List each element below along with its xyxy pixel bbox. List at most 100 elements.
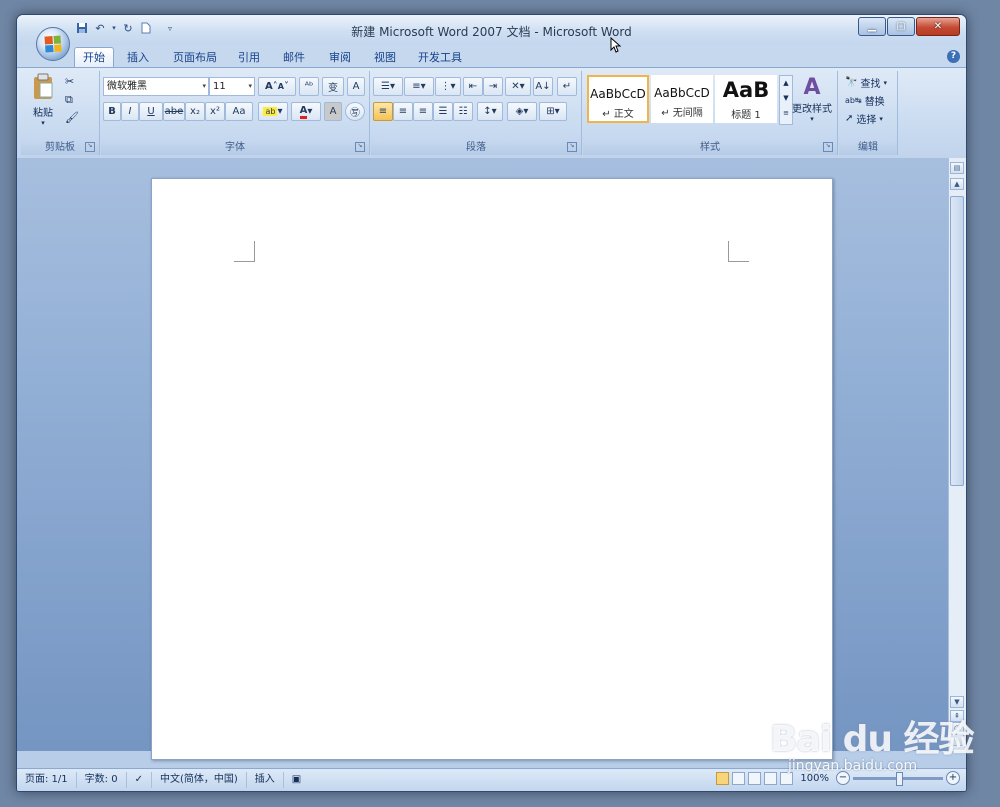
- style-no-spacing[interactable]: AaBbCcD ↵ 无间隔: [651, 75, 713, 123]
- proofing-icon[interactable]: ✓: [127, 772, 152, 788]
- line-spacing-icon[interactable]: ↕▾: [477, 102, 503, 121]
- language-indicator[interactable]: 中文(简体，中国): [152, 772, 247, 788]
- select-button[interactable]: ➚ 选择 ▾: [845, 111, 883, 126]
- enclose-char-icon[interactable]: ㊢: [345, 102, 365, 121]
- scroll-thumb[interactable]: [950, 196, 964, 486]
- font-color-button[interactable]: A ▾: [291, 102, 321, 121]
- browse-object-icon[interactable]: ○: [950, 722, 964, 734]
- increase-indent-icon[interactable]: ⇥: [483, 77, 503, 96]
- paste-label: 粘贴: [33, 108, 53, 119]
- align-left-button[interactable]: ≡: [373, 102, 393, 121]
- highlight-color-button[interactable]: ab ▾: [258, 102, 288, 121]
- full-screen-reading-view-icon[interactable]: [732, 771, 746, 785]
- close-button[interactable]: ✕: [916, 17, 960, 36]
- ruler-toggle-icon[interactable]: ▤: [950, 162, 964, 174]
- tab-references[interactable]: 引用: [233, 48, 265, 67]
- draft-view-icon[interactable]: [780, 771, 794, 785]
- font-size-combo[interactable]: 11 ▾: [209, 77, 255, 96]
- cut-icon[interactable]: ✂: [65, 75, 74, 88]
- status-bar: 页面: 1/1 字数: 0 ✓ 中文(简体，中国) 插入 ▣ 100% − +: [17, 768, 966, 791]
- macro-record-icon[interactable]: ▣: [284, 772, 309, 788]
- superscript-button[interactable]: x²: [205, 102, 225, 121]
- crop-mark-left: [234, 241, 255, 262]
- distributed-button[interactable]: ☷: [453, 102, 473, 121]
- zoom-slider[interactable]: [853, 771, 943, 786]
- style-normal[interactable]: AaBbCcD ↵ 正文: [587, 75, 649, 123]
- sort-icon[interactable]: A↓: [533, 77, 553, 96]
- help-icon[interactable]: ?: [947, 50, 960, 63]
- zoom-slider-knob[interactable]: [896, 771, 903, 786]
- style-name: ↵ 正文: [602, 109, 634, 120]
- zoom-out-icon[interactable]: −: [836, 771, 850, 785]
- justify-button[interactable]: ☰: [433, 102, 453, 121]
- replace-button[interactable]: ab↹ 替换: [845, 93, 885, 108]
- char-shading-button[interactable]: A: [324, 102, 342, 121]
- style-heading-1[interactable]: AaB 标题 1: [715, 75, 777, 123]
- phonetic-guide-icon[interactable]: 变: [322, 77, 344, 96]
- copy-icon[interactable]: ⧉: [65, 93, 73, 107]
- tab-page-layout[interactable]: 页面布局: [167, 48, 223, 67]
- word-window: ↶ ▾ ↻ ▿ 新建 Microsoft Word 2007 文档 - Micr…: [16, 14, 967, 792]
- ribbon: 粘贴 ▾ ✂ ⧉ 🖌 剪贴板 ↘ 微软雅黑 ▾ 11 ▾ A ˄ A ˅ ᴬᵇ 变 A …: [17, 67, 966, 159]
- outline-view-icon[interactable]: [764, 771, 778, 785]
- scroll-down-icon[interactable]: ▼: [950, 696, 964, 708]
- dropdown-arrow-icon: ▾: [202, 82, 206, 90]
- zoom-level[interactable]: 100%: [800, 773, 829, 784]
- tab-view[interactable]: 视图: [368, 48, 402, 67]
- web-layout-view-icon[interactable]: [748, 771, 762, 785]
- styles-group: AaBbCcD ↵ 正文 AaBbCcD ↵ 无间隔 AaB 标题 1 ▲ ▼ ≡ …: [583, 71, 838, 155]
- tab-insert[interactable]: 插入: [121, 48, 155, 67]
- word-count[interactable]: 字数: 0: [77, 772, 127, 788]
- page-indicator[interactable]: 页面: 1/1: [17, 772, 77, 788]
- zoom-in-icon[interactable]: +: [946, 771, 960, 785]
- paste-icon: [34, 73, 53, 99]
- bold-button[interactable]: B: [103, 102, 121, 121]
- font-family-combo[interactable]: 微软雅黑 ▾: [103, 77, 209, 96]
- previous-page-icon[interactable]: ⇞: [950, 710, 964, 722]
- change-styles-button[interactable]: A 更改样式 ▾: [789, 75, 835, 123]
- font-size-value: 11: [213, 81, 226, 92]
- clipboard-group: 粘贴 ▾ ✂ ⧉ 🖌 剪贴板 ↘: [21, 71, 100, 155]
- underline-button[interactable]: U: [139, 102, 163, 121]
- scroll-up-icon[interactable]: ▲: [950, 178, 964, 190]
- borders-icon[interactable]: ⊞▾: [539, 102, 567, 121]
- maximize-button[interactable]: ▢: [887, 17, 915, 36]
- format-painter-icon[interactable]: 🖌: [65, 111, 79, 124]
- align-right-button[interactable]: ≡: [413, 102, 433, 121]
- paragraph-launcher-icon[interactable]: ↘: [567, 142, 577, 152]
- style-preview: AaBbCcD: [654, 86, 710, 100]
- styles-launcher-icon[interactable]: ↘: [823, 142, 833, 152]
- align-center-button[interactable]: ≡: [393, 102, 413, 121]
- chinese-layout-icon[interactable]: ✕▾: [505, 77, 531, 96]
- shading-icon[interactable]: ◈▾: [507, 102, 537, 121]
- clipboard-launcher-icon[interactable]: ↘: [85, 142, 95, 152]
- tab-developer[interactable]: 开发工具: [415, 48, 465, 67]
- tab-review[interactable]: 审阅: [323, 48, 357, 67]
- vertical-scrollbar[interactable]: ▤ ▲ ▼ ⇞ ○ ⇟: [948, 158, 966, 751]
- italic-button[interactable]: I: [121, 102, 139, 121]
- editing-group-label: 编辑: [839, 140, 897, 155]
- decrease-indent-icon[interactable]: ⇤: [463, 77, 483, 96]
- next-page-icon[interactable]: ⇟: [950, 734, 964, 746]
- minimize-button[interactable]: ▁: [858, 17, 886, 36]
- clear-format-icon[interactable]: ᴬᵇ: [299, 77, 319, 96]
- strikethrough-button[interactable]: abe: [163, 102, 185, 121]
- tab-home[interactable]: 开始: [74, 47, 114, 67]
- select-label: 选择: [856, 115, 877, 126]
- print-layout-view-icon[interactable]: [716, 771, 730, 785]
- document-page[interactable]: [151, 178, 833, 760]
- insert-mode[interactable]: 插入: [247, 772, 284, 788]
- tab-mailings[interactable]: 邮件: [277, 48, 311, 67]
- font-launcher-icon[interactable]: ↘: [355, 142, 365, 152]
- multilevel-list-icon[interactable]: ⋮▾: [435, 77, 461, 96]
- change-case-button[interactable]: Aa: [225, 102, 253, 121]
- find-button[interactable]: 🔭 查找 ▾: [845, 75, 887, 90]
- paste-button[interactable]: 粘贴 ▾: [27, 73, 59, 133]
- grow-shrink-font-button[interactable]: A ˄ A ˅: [258, 77, 296, 96]
- char-border-icon[interactable]: A: [347, 77, 365, 96]
- office-button[interactable]: [36, 27, 70, 61]
- numbering-icon[interactable]: ≡▾: [404, 77, 434, 96]
- bullets-icon[interactable]: ☰▾: [373, 77, 403, 96]
- subscript-button[interactable]: x₂: [185, 102, 205, 121]
- show-marks-icon[interactable]: ↵: [557, 77, 577, 96]
